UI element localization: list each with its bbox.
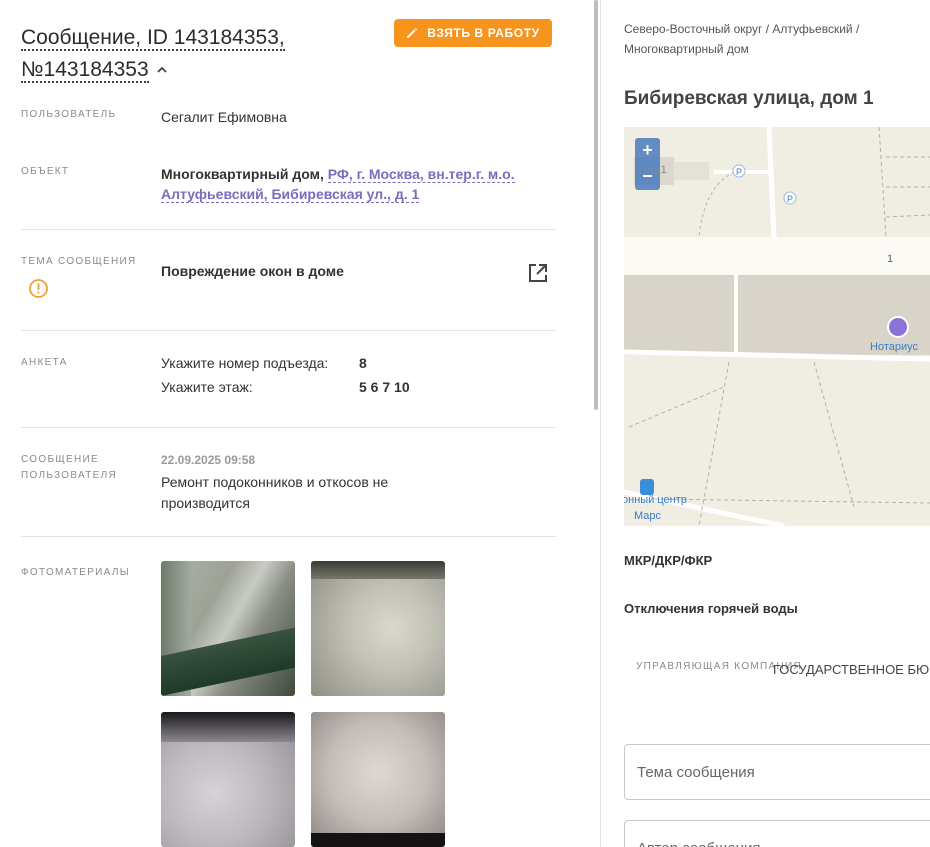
- form-question-floor: Укажите этаж:: [161, 379, 253, 395]
- map-label-house-number: 1: [887, 253, 894, 265]
- form-answer-floor: 5 6 7 10: [359, 379, 410, 395]
- divider: [21, 427, 556, 428]
- photo-thumbnail[interactable]: [161, 561, 295, 696]
- message-text: Ремонт подоконников и откосов не произво…: [161, 474, 389, 511]
- section-repair-programs: МКР/ДКР/ФКР: [624, 553, 713, 568]
- scrollbar-thumb[interactable]: [594, 0, 598, 410]
- breadcrumb: Северо-Восточный округ / Алтуфьевский / …: [624, 22, 860, 56]
- ticket-panel: Сообщение, ID 143184353, №143184353 ВЗЯТ…: [0, 0, 596, 847]
- object-value: Многоквартирный дом, РФ, г. Москва, вн.т…: [161, 164, 521, 204]
- alert-circle-icon: [29, 279, 48, 298]
- topic-input[interactable]: [624, 744, 930, 800]
- form-answer-entrance: 8: [359, 355, 367, 371]
- ticket-title-text: Сообщение, ID 143184353, №143184353: [21, 26, 285, 83]
- divider: [21, 536, 556, 537]
- pencil-icon: [407, 28, 418, 38]
- message-label: СООБЩЕНИЕ ПОЛЬЗОВАТЕЛЯ: [21, 454, 117, 481]
- divider: [21, 330, 556, 331]
- take-to-work-button[interactable]: ВЗЯТЬ В РАБОТУ: [394, 19, 552, 47]
- message-timestamp: 22.09.2025 09:58: [161, 453, 256, 467]
- topic-label: ТЕМА СООБЩЕНИЯ: [21, 256, 137, 267]
- map-label-building: стр1: [644, 164, 667, 176]
- zoom-in-button[interactable]: +: [635, 138, 660, 164]
- svg-text:P: P: [787, 194, 793, 204]
- panel-divider: [600, 0, 601, 847]
- chevron-up-icon[interactable]: [157, 65, 167, 75]
- map-label-mars[interactable]: Марс: [634, 510, 661, 522]
- object-label: ОБЪЕКТ: [21, 166, 70, 177]
- photo-thumbnail[interactable]: [161, 712, 295, 847]
- take-to-work-label: ВЗЯТЬ В РАБОТУ: [427, 26, 540, 40]
- map[interactable]: P P + − стр1 1 Нотариус онный центр Марс: [624, 127, 930, 526]
- divider: [21, 229, 556, 230]
- open-external-icon[interactable]: [527, 262, 549, 284]
- photo-thumbnail[interactable]: [311, 561, 445, 696]
- management-value: ГОСУДАРСТВЕННОЕ БЮ... МОСКВЫ «ЖИЛИЩНИК А…: [773, 662, 930, 677]
- object-type: Многоквартирный дом,: [161, 166, 324, 182]
- svg-text:P: P: [736, 167, 742, 177]
- user-value: Сегалит Ефимовна: [161, 109, 287, 125]
- photos-label: ФОТОМАТЕРИАЛЫ: [21, 567, 130, 578]
- map-canvas: P P: [624, 127, 930, 526]
- user-label: ПОЛЬЗОВАТЕЛЬ: [21, 109, 117, 120]
- section-hot-water: Отключения горячей воды: [624, 601, 798, 616]
- topic-value: Повреждение окон в доме: [161, 263, 344, 279]
- author-input[interactable]: [624, 820, 930, 847]
- form-label: АНКЕТА: [21, 357, 68, 368]
- photo-thumbnail[interactable]: [311, 712, 445, 847]
- map-label-center[interactable]: онный центр: [624, 494, 687, 506]
- building-address: Бибиревская улица, дом 1: [624, 88, 874, 109]
- ticket-title[interactable]: Сообщение, ID 143184353, №143184353: [21, 22, 391, 86]
- form-question-entrance: Укажите номер подъезда:: [161, 355, 329, 371]
- map-label-notary[interactable]: Нотариус: [870, 341, 918, 353]
